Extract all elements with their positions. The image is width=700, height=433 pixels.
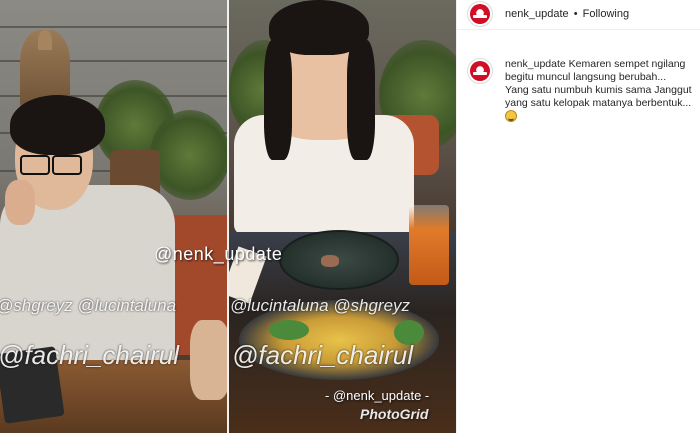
caption-avatar[interactable] <box>467 58 493 84</box>
overlay-tags-right-row2: @fachri_chairul <box>232 340 414 370</box>
grinning-face-icon <box>505 110 517 123</box>
post-caption: nenk_update Kemaren sempet ngilang begit… <box>505 58 697 123</box>
caption-line2: Yang satu numbuh kumis sama Janggut yang… <box>505 84 692 109</box>
overlay-tags-left-row1: @shgreyz @lucintaluna <box>0 296 177 315</box>
avatar[interactable] <box>467 1 493 27</box>
avatar-logo-icon <box>470 4 490 24</box>
caption-username[interactable]: nenk_update <box>505 58 566 70</box>
overlay-tags-right-row1: @lucintaluna @shgreyz <box>230 296 411 315</box>
avatar-logo-icon <box>470 61 490 81</box>
following-button[interactable]: Following <box>583 8 629 20</box>
post-media[interactable]: @shgreyz @lucintaluna @lucintaluna @shgr… <box>0 0 456 433</box>
header-separator: • <box>573 8 578 20</box>
post-side-panel: nenk_update • Following nenk_update Kema… <box>456 0 700 433</box>
watermark-photogrid: PhotoGrid <box>360 406 429 422</box>
overlay-tags-left-row2: @fachri_chairul <box>0 340 180 370</box>
header-username[interactable]: nenk_update <box>505 8 569 20</box>
post-header: nenk_update • Following <box>457 0 700 30</box>
watermark-bottom: - @nenk_update - <box>325 388 430 403</box>
watermark-main: @nenk_update <box>154 244 283 264</box>
